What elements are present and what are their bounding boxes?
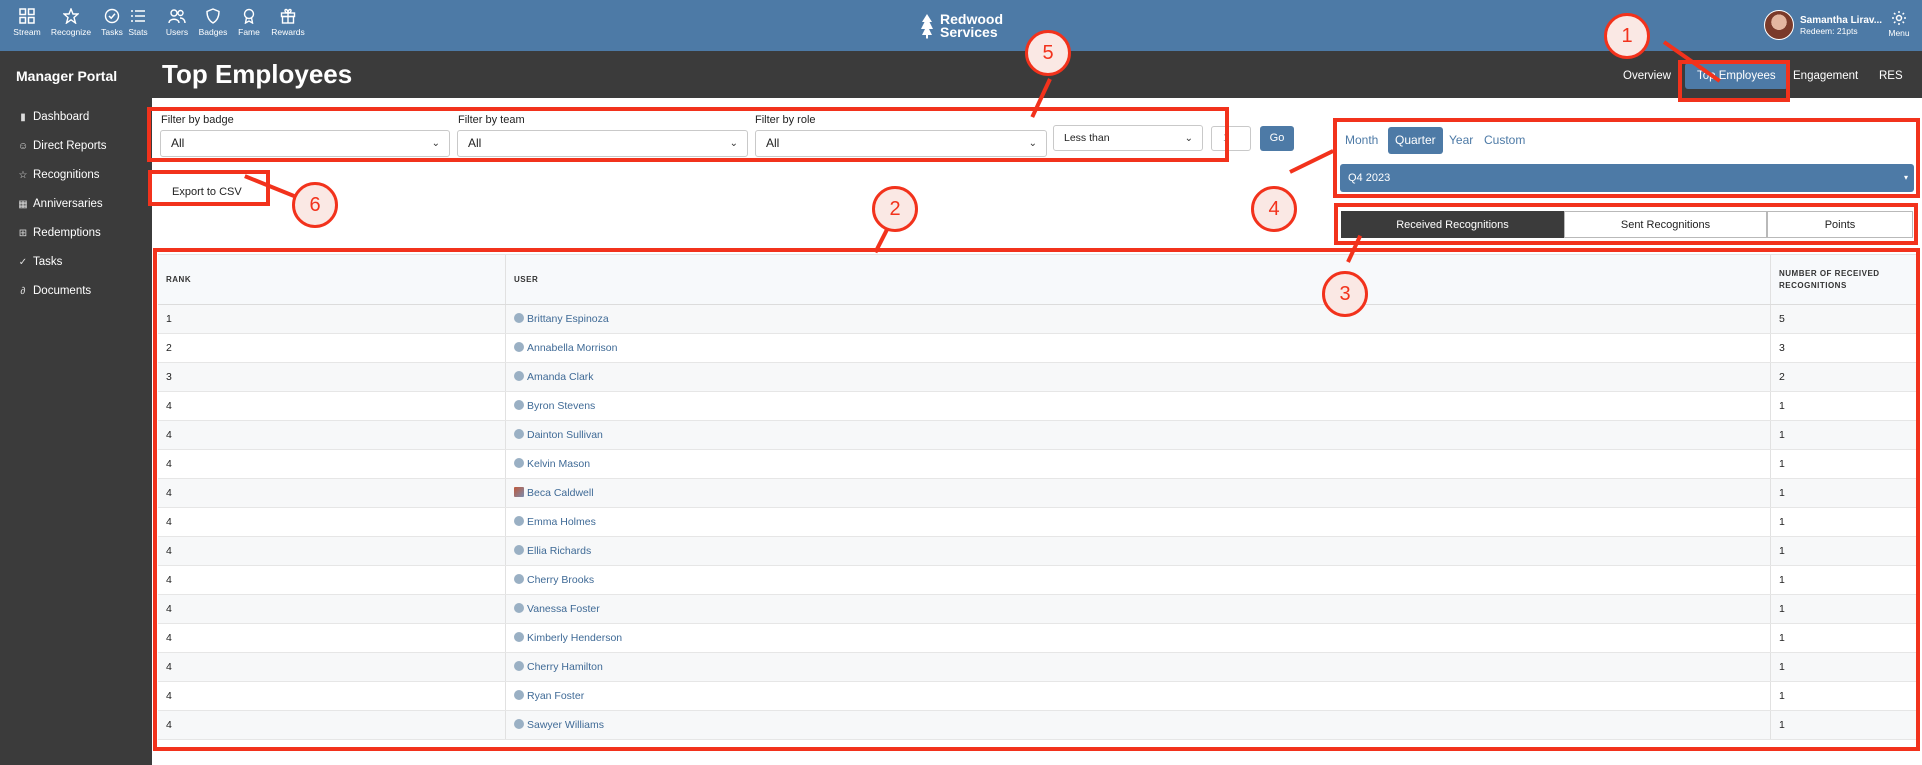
nav-label: Fame [238, 27, 260, 37]
sidebar-item-label: Anniversaries [33, 198, 103, 210]
list-icon [131, 10, 145, 22]
gift-icon [280, 8, 296, 24]
pointer-4 [1289, 149, 1335, 174]
highlight-box-5 [147, 107, 1229, 162]
brand-name-line2: Services [940, 24, 998, 40]
callout-1: 1 [1604, 13, 1650, 59]
shield-icon [206, 8, 220, 24]
page-title: Top Employees [162, 59, 353, 89]
nav-stream[interactable]: Stream [3, 8, 51, 37]
tab-res[interactable]: RES [1867, 63, 1915, 89]
user-points: Redeem: 21pts [1800, 25, 1858, 36]
sidebar-item-label: Tasks [33, 256, 63, 268]
nav-label: Users [165, 27, 189, 37]
sidebar-item-recognitions[interactable]: ☆ Recognitions [18, 169, 100, 181]
callout-6: 6 [292, 182, 338, 228]
cart-icon: ⊞ [18, 227, 28, 239]
ribbon-icon [243, 8, 255, 24]
nav-label: Rewards [271, 27, 305, 37]
tree-icon [921, 14, 933, 39]
highlight-box-6 [148, 170, 270, 206]
paperclip-icon: ∂ [20, 285, 26, 297]
menu-label: Menu [1888, 28, 1910, 38]
highlight-box-4 [1333, 118, 1920, 198]
gear-icon [1892, 11, 1906, 25]
callout-3: 3 [1322, 271, 1368, 317]
person-icon: ☺ [18, 140, 29, 152]
sidebar-item-label: Redemptions [33, 227, 101, 239]
nav-label: Recognize [50, 27, 92, 37]
sidebar: ▮ Dashboard ☺ Direct Reports ☆ Recogniti… [0, 98, 152, 765]
user-profile[interactable]: Samantha Lirav... Redeem: 21pts [1764, 10, 1882, 40]
highlight-box-2 [153, 248, 1920, 751]
menu-button[interactable]: Menu [1884, 10, 1914, 38]
title-bar: Manager Portal Top Employees Overview To… [0, 51, 1922, 98]
sidebar-item-redemptions[interactable]: ⊞ Redemptions [18, 227, 101, 239]
sidebar-item-documents[interactable]: ∂ Documents [18, 285, 92, 297]
callout-2: 2 [872, 186, 918, 232]
users-icon [168, 9, 186, 24]
tab-engagement[interactable]: Engagement [1781, 63, 1870, 89]
sidebar-item-direct-reports[interactable]: ☺ Direct Reports [18, 140, 107, 152]
tab-overview[interactable]: Overview [1611, 63, 1683, 89]
callout-4: 4 [1251, 186, 1297, 232]
nav-label: Stats [128, 27, 148, 37]
callout-5: 5 [1025, 30, 1071, 76]
go-button[interactable]: Go [1260, 126, 1294, 151]
nav-label: Badges [198, 27, 228, 37]
sidebar-item-anniversaries[interactable]: ▦ Anniversaries [18, 198, 103, 210]
sidebar-item-tasks[interactable]: ✓ Tasks [18, 256, 63, 268]
calendar-icon: ▦ [18, 198, 28, 210]
avatar[interactable] [1764, 10, 1794, 40]
star-icon: ☆ [18, 169, 28, 181]
star-icon [63, 8, 79, 24]
brand-logo[interactable]: Redwood Services [920, 11, 1003, 41]
sidebar-item-label: Documents [33, 285, 92, 297]
check-circle-icon: ✓ [18, 256, 28, 268]
sidebar-item-dashboard[interactable]: ▮ Dashboard [18, 111, 89, 123]
user-name: Samantha Lirav... [1800, 14, 1883, 26]
sidebar-item-label: Direct Reports [33, 140, 107, 152]
nav-stats[interactable]: Stats [120, 8, 156, 37]
main-content: Filter by badge All ⌄ Filter by team All… [147, 13, 1922, 765]
sidebar-item-label: Dashboard [33, 111, 90, 123]
check-circle-icon [104, 8, 120, 24]
nav-label: Stream [13, 27, 41, 37]
sidebar-item-label: Recognitions [33, 169, 100, 181]
bar-chart-icon: ▮ [20, 111, 26, 123]
nav-rewards[interactable]: Rewards [264, 8, 312, 37]
portal-title: Manager Portal [16, 68, 118, 84]
grid-icon [19, 8, 35, 24]
highlight-box-3 [1334, 203, 1918, 245]
